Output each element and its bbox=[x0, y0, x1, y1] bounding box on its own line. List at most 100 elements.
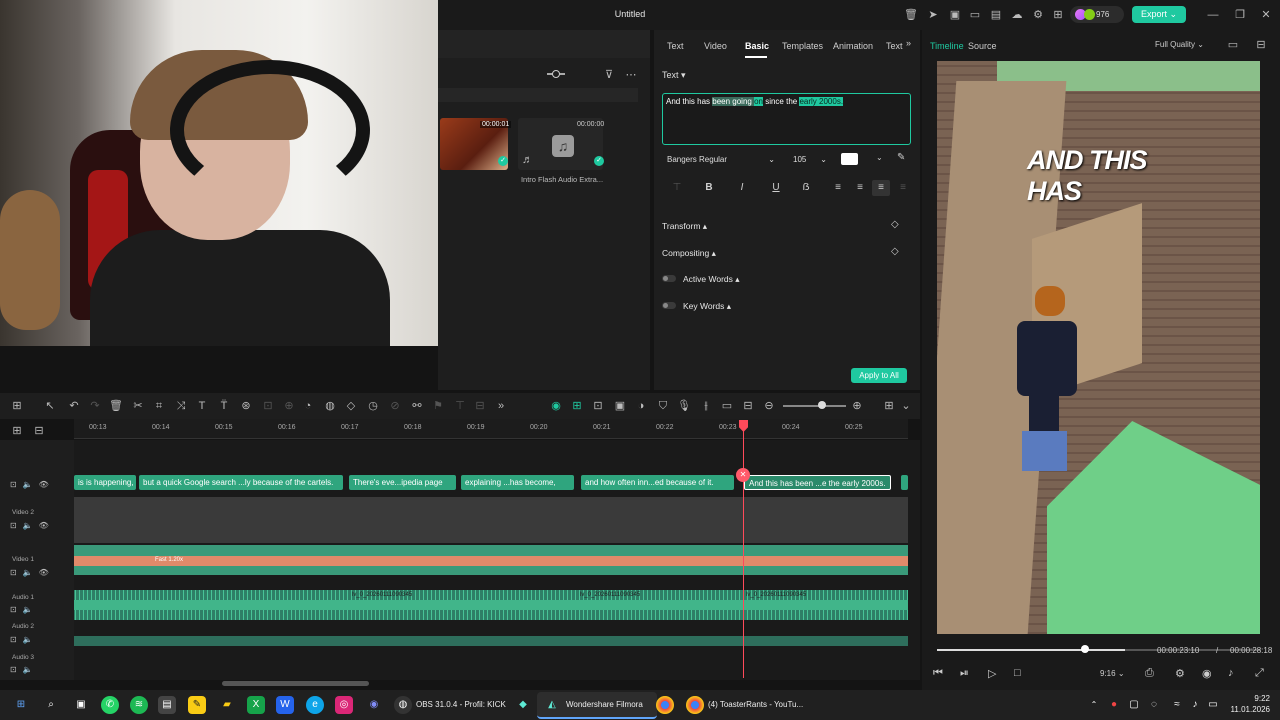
instagram-icon[interactable]: ◎ bbox=[335, 696, 353, 714]
play-icon[interactable]: ▷ bbox=[988, 667, 996, 680]
keyframe-icon[interactable]: ◇ bbox=[891, 219, 899, 230]
transition-icon[interactable]: ⤨ bbox=[174, 399, 188, 413]
quality-dropdown[interactable]: Full Quality ⌄ bbox=[1155, 40, 1204, 49]
wifi-icon[interactable]: ≈ bbox=[1168, 696, 1186, 714]
link-track-icon[interactable]: ⊟ bbox=[32, 424, 46, 438]
notes-icon[interactable]: ✎ bbox=[188, 696, 206, 714]
stabilize-icon[interactable]: ⊡ bbox=[261, 399, 275, 413]
crop-icon[interactable]: ⌗ bbox=[152, 399, 166, 413]
tab-video[interactable]: Video bbox=[704, 41, 727, 51]
layout-icon[interactable]: ⊞ bbox=[10, 399, 24, 413]
tab-basic[interactable]: Basic bbox=[745, 41, 769, 51]
text-clip[interactable]: There's eve...ipedia page bbox=[349, 475, 456, 490]
track-controls[interactable]: ⊡🔈 bbox=[10, 635, 39, 644]
group-icon[interactable]: ⊤ bbox=[453, 399, 467, 413]
key-words-section[interactable]: Key Words ▴ bbox=[683, 301, 731, 312]
color-icon[interactable]: ◍ bbox=[323, 399, 337, 413]
text-clip[interactable]: explaining ...has become, bbox=[461, 475, 574, 490]
audio3-clip[interactable] bbox=[74, 636, 908, 646]
italic-icon[interactable]: I bbox=[733, 180, 751, 196]
text-clip-selected[interactable]: And this has been ...e the early 2000s. bbox=[744, 475, 891, 490]
mask-icon[interactable]: ⊛ bbox=[239, 399, 253, 413]
keyframe-tool-icon[interactable]: ◇ bbox=[344, 399, 358, 413]
tab-source[interactable]: Source bbox=[968, 41, 997, 51]
scene-icon[interactable]: ⊡ bbox=[591, 399, 605, 413]
microphone-icon[interactable]: 🎙 bbox=[677, 399, 691, 413]
filter-icon[interactable]: ⊽ bbox=[602, 68, 616, 82]
text-input[interactable]: And this has been going on since the ear… bbox=[662, 93, 911, 145]
split-marker-icon[interactable]: ✕ bbox=[736, 468, 750, 482]
track-controls[interactable]: ⊡🔈 bbox=[10, 605, 39, 614]
volume-icon[interactable]: ♪ bbox=[1186, 696, 1204, 714]
chrome-icon[interactable] bbox=[686, 696, 704, 714]
underline-icon[interactable]: U bbox=[767, 180, 785, 196]
more-icon[interactable]: ⋯ bbox=[624, 68, 638, 82]
export-button[interactable]: Export ⌄ bbox=[1132, 6, 1186, 23]
step-icon[interactable]: ⏯ bbox=[960, 667, 969, 680]
close-icon[interactable]: ✕ bbox=[1259, 8, 1273, 22]
text-clip[interactable]: but a quick Google search ...ly because … bbox=[139, 475, 343, 490]
transform-section[interactable]: Transform ▴ bbox=[662, 221, 707, 232]
trash-icon[interactable]: 🗑 bbox=[904, 8, 918, 22]
text-clip[interactable] bbox=[901, 475, 908, 490]
timeline-zoom-slider[interactable] bbox=[783, 405, 846, 407]
chevron-down-icon[interactable]: ⌄ bbox=[899, 399, 913, 413]
speed-icon[interactable]: ◔ bbox=[301, 399, 315, 413]
justify-icon[interactable]: ≡ bbox=[894, 180, 912, 196]
snapshot-icon[interactable]: ▭ bbox=[1226, 38, 1240, 52]
color-match-icon[interactable]: ◑ bbox=[634, 399, 648, 413]
playback-progress[interactable] bbox=[937, 649, 1125, 651]
filmora-icon[interactable]: ◭ bbox=[543, 696, 561, 714]
filmora-label[interactable]: Wondershare Filmora bbox=[566, 700, 643, 709]
align-left-icon[interactable]: ≡ bbox=[829, 180, 847, 196]
folder-icon[interactable]: ▰ bbox=[218, 696, 236, 714]
camera-icon[interactable]: ◉ bbox=[1202, 667, 1212, 680]
video2-lane[interactable] bbox=[74, 497, 908, 543]
task-view-icon[interactable]: ▣ bbox=[72, 696, 90, 714]
key-words-toggle[interactable] bbox=[662, 302, 676, 309]
add-track-icon[interactable]: ⊞ bbox=[10, 424, 24, 438]
active-words-toggle[interactable] bbox=[662, 275, 676, 282]
shield-icon[interactable]: ⛉ bbox=[656, 399, 670, 413]
tab-text[interactable]: Text bbox=[667, 41, 684, 51]
snap-icon[interactable]: ⊞ bbox=[570, 399, 584, 413]
grid-icon[interactable]: ⊞ bbox=[1051, 8, 1065, 22]
active-words-section[interactable]: Active Words ▴ bbox=[683, 274, 740, 285]
track-controls[interactable]: ⊡🔈👁 bbox=[10, 521, 55, 530]
image-tool-icon[interactable]: ▣ bbox=[613, 399, 627, 413]
compositing-section[interactable]: Compositing ▴ bbox=[662, 248, 716, 259]
playback-knob[interactable] bbox=[1081, 645, 1089, 653]
obs-icon[interactable]: ◍ bbox=[394, 696, 412, 714]
apply-to-all-button[interactable]: Apply to All bbox=[851, 368, 907, 383]
select-icon[interactable]: ↖ bbox=[43, 399, 57, 413]
split-icon[interactable]: ⊟ bbox=[741, 399, 755, 413]
chevron-up-icon[interactable]: ⌃ bbox=[1085, 696, 1103, 714]
grid-view-icon[interactable]: ⊞ bbox=[882, 399, 896, 413]
eyedropper-icon[interactable]: ✎ bbox=[897, 152, 905, 163]
image-icon[interactable]: ▣ bbox=[948, 8, 962, 22]
aspect-ratio-dropdown[interactable]: 9:16 ⌄ bbox=[1100, 669, 1125, 678]
stop-icon[interactable]: □ bbox=[1014, 667, 1021, 679]
spotify-icon[interactable]: ≋ bbox=[130, 696, 148, 714]
more-tools-icon[interactable]: » bbox=[494, 399, 508, 413]
tv-icon[interactable]: ▭ bbox=[720, 399, 734, 413]
zoom-frame-icon[interactable]: ⊕ bbox=[282, 399, 296, 413]
text-section-label[interactable]: Text ▾ bbox=[662, 70, 686, 81]
search-icon[interactable]: ⌕ bbox=[42, 696, 60, 714]
magnet-icon[interactable]: ◉ bbox=[549, 399, 563, 413]
credits-badge[interactable]: 976 bbox=[1070, 6, 1124, 23]
app-icon[interactable]: ▤ bbox=[158, 696, 176, 714]
tray-icon[interactable]: ● bbox=[1105, 696, 1123, 714]
chevron-down-icon[interactable]: ⌄ bbox=[876, 153, 883, 162]
font-dropdown[interactable]: Bangers Regular ⌄ bbox=[662, 152, 778, 168]
clock-date[interactable]: 11.01.2026 bbox=[1224, 705, 1270, 714]
align-right-icon[interactable]: ≡ bbox=[872, 180, 890, 196]
redo-icon[interactable]: ↷ bbox=[88, 399, 102, 413]
freeze-icon[interactable]: ⊘ bbox=[388, 399, 402, 413]
battery-icon[interactable]: ▭ bbox=[1204, 696, 1222, 714]
size-dropdown[interactable]: 105 ⌄ bbox=[790, 152, 830, 168]
clock-icon[interactable]: ◷ bbox=[366, 399, 380, 413]
track-controls[interactable]: ⊡🔈 bbox=[10, 665, 39, 674]
layout-icon[interactable]: ⊟ bbox=[1254, 38, 1268, 52]
chrome-label[interactable]: (4) ToasterRants - YouTu... bbox=[708, 700, 803, 709]
